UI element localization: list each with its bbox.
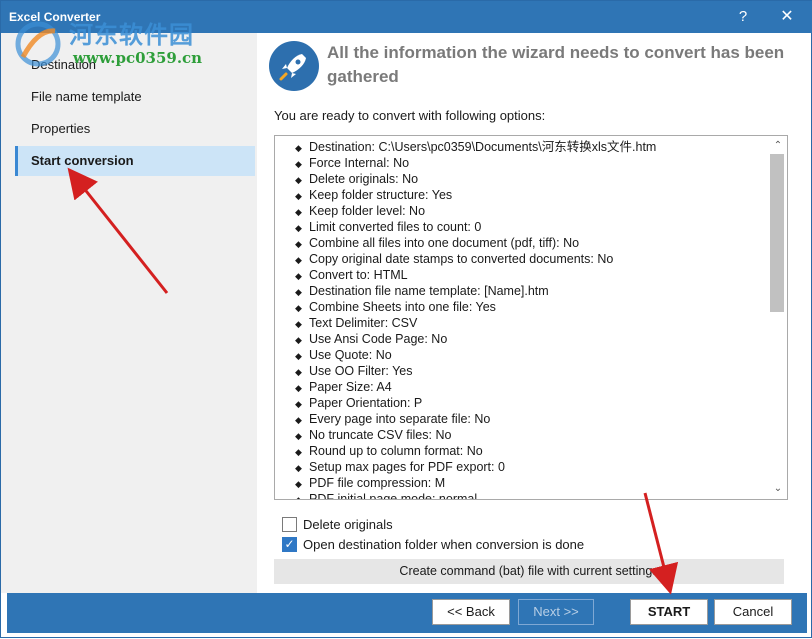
bullet-icon: ◆ [295, 495, 302, 500]
option-text: Keep folder structure: Yes [309, 188, 453, 202]
option-text: Round up to column format: No [309, 444, 483, 458]
bullet-icon: ◆ [295, 303, 302, 313]
open-folder-checkbox[interactable]: ✓ [282, 537, 297, 552]
option-item: ◆ Every page into separate file: No [295, 411, 765, 427]
bullet-icon: ◆ [295, 143, 302, 153]
option-item: ◆ Force Internal: No [295, 155, 765, 171]
option-text: Combine Sheets into one file: Yes [309, 300, 496, 314]
next-button[interactable]: Next >> [518, 599, 594, 625]
bullet-icon: ◆ [295, 415, 302, 425]
option-text: Convert to: HTML [309, 268, 408, 282]
option-item: ◆ Round up to column format: No [295, 443, 765, 459]
option-item: ◆ Limit converted files to count: 0 [295, 219, 765, 235]
scroll-up-icon[interactable]: ⌃ [772, 140, 784, 152]
sidebar-item-properties[interactable]: Properties [15, 114, 255, 144]
option-item: ◆ PDF file compression: M [295, 475, 765, 491]
bullet-icon: ◆ [295, 399, 302, 409]
bullet-icon: ◆ [295, 319, 302, 329]
option-item: ◆ Use OO Filter: Yes [295, 363, 765, 379]
option-text: Delete originals: No [309, 172, 419, 186]
option-item: ◆ Paper Orientation: P [295, 395, 765, 411]
cancel-button[interactable]: Cancel [714, 599, 792, 625]
option-text: Force Internal: No [309, 156, 410, 170]
page-title: All the information the wizard needs to … [327, 43, 785, 86]
bullet-icon: ◆ [295, 271, 302, 281]
option-item: ◆ No truncate CSV files: No [295, 427, 765, 443]
bullet-icon: ◆ [295, 207, 302, 217]
option-text: Copy original date stamps to converted d… [309, 252, 614, 266]
sidebar-item-destination[interactable]: Destination [15, 50, 255, 80]
bullet-icon: ◆ [295, 175, 302, 185]
option-text: PDF initial page mode: normal [309, 492, 478, 500]
option-text: Paper Orientation: P [309, 396, 423, 410]
delete-originals-label: Delete originals [303, 517, 393, 532]
option-text: Keep folder level: No [309, 204, 426, 218]
option-text: Every page into separate file: No [309, 412, 491, 426]
option-item: ◆ Convert to: HTML [295, 267, 765, 283]
option-item: ◆ Copy original date stamps to converted … [295, 251, 765, 267]
bullet-icon: ◆ [295, 351, 302, 361]
option-text: Use Quote: No [309, 348, 392, 362]
option-text: Use OO Filter: Yes [309, 364, 413, 378]
option-item: ◆ Keep folder level: No [295, 203, 765, 219]
help-icon[interactable]: ? [729, 5, 757, 29]
option-text: Paper Size: A4 [309, 380, 392, 394]
bullet-icon: ◆ [295, 255, 302, 265]
options-list: ◆ Destination: C:\Users\pc0359\Documents\… [295, 139, 765, 500]
bullet-icon: ◆ [295, 191, 302, 201]
option-text: PDF file compression: M [309, 476, 446, 490]
bullet-icon: ◆ [295, 463, 302, 473]
option-item: ◆ Keep folder structure: Yes [295, 187, 765, 203]
bullet-icon: ◆ [295, 335, 302, 345]
option-text: Setup max pages for PDF export: 0 [309, 460, 505, 474]
excel-converter-window: Excel Converter ? ✕ Destination File nam… [0, 0, 812, 638]
window-title: Excel Converter [9, 10, 101, 24]
delete-originals-checkbox[interactable] [282, 517, 297, 532]
bullet-icon: ◆ [295, 431, 302, 441]
ready-text: You are ready to convert with following … [274, 108, 546, 123]
bullet-icon: ◆ [295, 383, 302, 393]
sidebar-item-file-name-template[interactable]: File name template [15, 82, 255, 112]
option-item: ◆ Delete originals: No [295, 171, 765, 187]
wizard-sidebar: Destination File name template Propertie… [1, 33, 257, 593]
option-item: ◆ Use Ansi Code Page: No [295, 331, 765, 347]
start-button[interactable]: START [630, 599, 708, 625]
close-icon[interactable]: ✕ [771, 5, 803, 29]
option-item: ◆ Text Delimiter: CSV [295, 315, 765, 331]
option-item: ◆ Destination: C:\Users\pc0359\Documents\… [295, 139, 765, 155]
bullet-icon: ◆ [295, 479, 302, 489]
bullet-icon: ◆ [295, 239, 302, 249]
bullet-icon: ◆ [295, 223, 302, 233]
title-bar: Excel Converter ? ✕ [1, 1, 812, 33]
option-item: ◆ Use Quote: No [295, 347, 765, 363]
option-text: No truncate CSV files: No [309, 428, 452, 442]
options-list-box[interactable]: ◆ Destination: C:\Users\pc0359\Documents\… [274, 135, 788, 500]
option-item: ◆ Destination file name template: [Name].… [295, 283, 765, 299]
scroll-down-icon[interactable]: ⌄ [772, 483, 784, 495]
option-text: Destination file name template: [Name].h… [309, 284, 549, 298]
option-item: ◆ Combine Sheets into one file: Yes [295, 299, 765, 315]
bullet-icon: ◆ [295, 287, 302, 297]
sidebar-item-start-conversion[interactable]: Start conversion [15, 146, 255, 176]
option-item: ◆ PDF initial page mode: normal [295, 491, 765, 500]
open-folder-label: Open destination folder when conversion … [303, 537, 585, 552]
option-item: ◆ Paper Size: A4 [295, 379, 765, 395]
option-text: Combine all files into one document (pdf… [309, 236, 580, 250]
scrollbar-thumb[interactable] [770, 154, 784, 312]
option-text: Destination: C:\Users\pc0359\Documents\河… [309, 140, 657, 154]
option-text: Limit converted files to count: 0 [309, 220, 482, 234]
option-item: ◆ Setup max pages for PDF export: 0 [295, 459, 765, 475]
bullet-icon: ◆ [295, 367, 302, 377]
create-bat-file-button[interactable]: Create command (bat) file with current s… [274, 559, 784, 584]
wizard-footer: << Back Next >> START Cancel [7, 593, 807, 633]
option-text: Text Delimiter: CSV [309, 316, 418, 330]
option-text: Use Ansi Code Page: No [309, 332, 448, 346]
option-item: ◆ Combine all files into one document (pd… [295, 235, 765, 251]
bullet-icon: ◆ [295, 447, 302, 457]
bullet-icon: ◆ [295, 159, 302, 169]
back-button[interactable]: << Back [432, 599, 510, 625]
rocket-icon [269, 41, 319, 91]
